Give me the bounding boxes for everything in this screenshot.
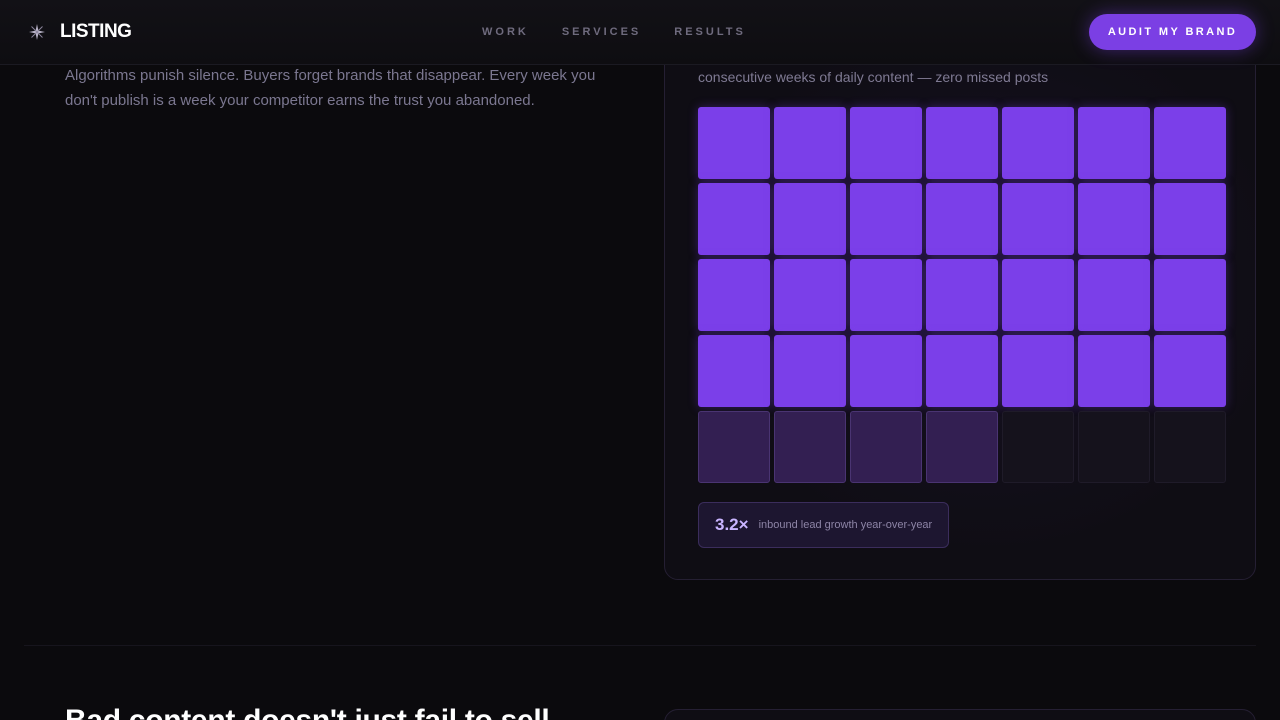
brand-name: LISTING	[60, 21, 132, 42]
brand-logo[interactable]: LISTING	[28, 20, 132, 44]
streak-cell-full	[698, 335, 770, 407]
streak-cell-full	[1154, 259, 1226, 331]
streak-cell-partial	[698, 411, 770, 483]
streak-cell-full	[1002, 183, 1074, 255]
audit-brand-button[interactable]: AUDIT MY BRAND	[1089, 14, 1256, 50]
streak-cell-full	[1002, 259, 1074, 331]
streak-cell-full	[850, 107, 922, 179]
section-divider	[24, 645, 1256, 646]
streak-caption: consecutive weeks of daily content — zer…	[698, 69, 1049, 85]
nav-link-work[interactable]: WORK	[482, 26, 529, 38]
streak-cell-empty	[1078, 411, 1150, 483]
streak-cell-full	[1078, 183, 1150, 255]
streak-cell-full	[1002, 335, 1074, 407]
sparkle-icon	[29, 24, 45, 40]
streak-cell-full	[926, 183, 998, 255]
streak-cell-full	[1154, 107, 1226, 179]
streak-cell-full	[774, 107, 846, 179]
streak-cell-full	[1002, 107, 1074, 179]
streak-cell-partial	[774, 411, 846, 483]
streak-cell-empty	[1002, 411, 1074, 483]
streak-cell-full	[850, 183, 922, 255]
streak-cell-full	[698, 259, 770, 331]
streak-cell-full	[1078, 259, 1150, 331]
streak-cell-partial	[926, 411, 998, 483]
next-card	[664, 709, 1256, 720]
streak-cell-full	[850, 259, 922, 331]
stat-badge: 3.2× inbound lead growth year-over-year	[698, 502, 950, 548]
streak-cell-full	[1078, 335, 1150, 407]
streak-cell-full	[698, 107, 770, 179]
streak-grid	[698, 107, 1226, 483]
nav-link-services[interactable]: SERVICES	[562, 26, 641, 38]
streak-cell-empty	[1154, 411, 1226, 483]
streak-cell-partial	[850, 411, 922, 483]
streak-cell-full	[774, 183, 846, 255]
main-nav: WORK SERVICES RESULTS	[482, 26, 746, 38]
streak-cell-full	[1154, 183, 1226, 255]
intro-paragraph: Algorithms punish silence. Buyers forget…	[65, 67, 596, 109]
streak-cell-full	[926, 335, 998, 407]
streak-cell-full	[850, 335, 922, 407]
nav-link-results[interactable]: RESULTS	[674, 26, 746, 38]
streak-cell-full	[774, 259, 846, 331]
section-heading: Bad content doesn't just fail to sell.	[65, 704, 558, 720]
streak-card: consecutive weeks of daily content — zer…	[664, 40, 1256, 580]
stat-value: 3.2×	[715, 515, 749, 534]
streak-cell-full	[926, 259, 998, 331]
site-header: LISTING WORK SERVICES RESULTS AUDIT MY B…	[0, 0, 1280, 65]
streak-cell-full	[774, 335, 846, 407]
streak-cell-full	[698, 183, 770, 255]
streak-cell-full	[1154, 335, 1226, 407]
streak-cell-full	[926, 107, 998, 179]
streak-cell-full	[1078, 107, 1150, 179]
stat-label: inbound lead growth year-over-year	[758, 519, 933, 531]
